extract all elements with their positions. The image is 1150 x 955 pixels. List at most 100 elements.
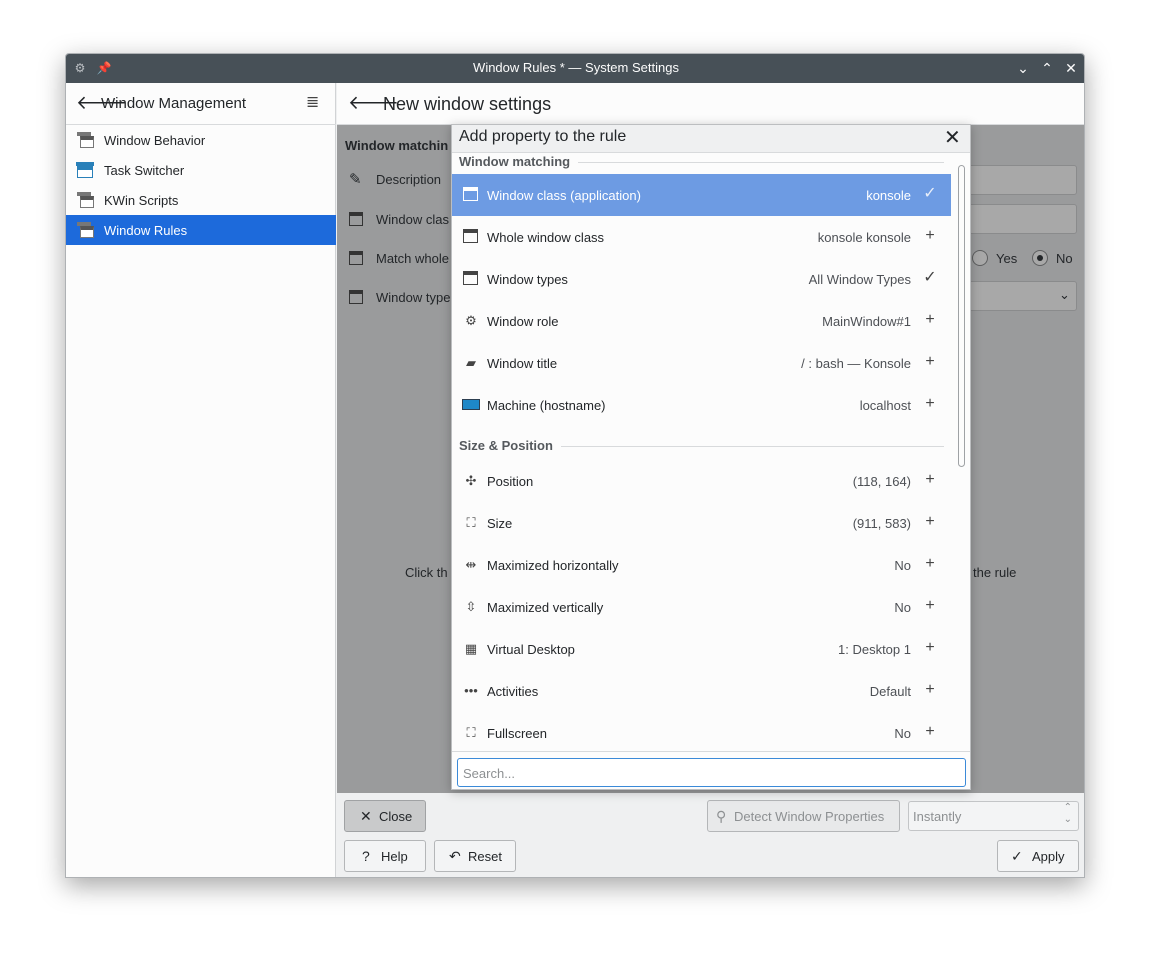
- property-row-activities[interactable]: ••• Activities Default +: [452, 670, 951, 712]
- virtual-desktop-icon: ▦: [464, 641, 478, 656]
- checkmark-icon[interactable]: ✓: [923, 186, 937, 202]
- property-row-window-title[interactable]: ▰ Window title / : bash — Konsole +: [452, 342, 951, 384]
- no-radio: [1032, 250, 1048, 266]
- window-behavior-icon: [75, 131, 95, 149]
- add-icon[interactable]: +: [923, 228, 937, 244]
- window-types-icon: [463, 271, 478, 285]
- page-title: New window settings: [383, 94, 552, 114]
- maximize-horizontal-icon: ⇹: [465, 557, 477, 572]
- sidebar-item-label: Task Switcher: [104, 163, 185, 178]
- add-icon[interactable]: +: [923, 640, 937, 656]
- property-row-virtual-desktop[interactable]: ▦ Virtual Desktop 1: Desktop 1 +: [452, 628, 951, 670]
- property-value: All Window Types: [808, 272, 911, 287]
- property-value: konsole konsole: [817, 230, 911, 245]
- window-icon: [463, 187, 478, 201]
- add-icon[interactable]: +: [923, 514, 937, 530]
- window-icon: [463, 229, 478, 243]
- add-icon[interactable]: +: [923, 472, 937, 488]
- yes-radio: [972, 250, 988, 266]
- add-icon[interactable]: +: [923, 598, 937, 614]
- property-row-maximized-horizontally[interactable]: ⇹ Maximized horizontally No +: [452, 544, 951, 586]
- detection-delay-spinbox[interactable]: Instantly ⌃ ⌄: [908, 801, 1079, 831]
- property-label: Window role: [487, 314, 559, 329]
- property-row-position[interactable]: ✣ Position (118, 164) +: [452, 460, 951, 502]
- close-button[interactable]: ✕ Close: [344, 800, 426, 832]
- hamburger-menu-icon[interactable]: ≣: [306, 95, 322, 111]
- sidebar-header: 🡐 Window Management ≣: [66, 83, 336, 125]
- section-header-window-matching: Window matching: [452, 153, 952, 175]
- search-box[interactable]: [457, 758, 966, 787]
- add-property-dialog: Add property to the rule ✕ Window matchi…: [451, 124, 971, 790]
- gear-icon: ⚙: [465, 313, 477, 328]
- pencil-icon: ✎: [349, 171, 362, 188]
- hint-text-left: Click th: [405, 565, 448, 580]
- minimize-button[interactable]: ⌄: [1014, 59, 1032, 77]
- sidebar-item-kwin-scripts[interactable]: KWin Scripts: [66, 185, 336, 215]
- checkmark-icon[interactable]: ✓: [923, 270, 937, 286]
- help-button[interactable]: ? Help: [344, 840, 426, 872]
- sidebar-item-task-switcher[interactable]: Task Switcher: [66, 155, 336, 185]
- window-rules-icon: [75, 221, 95, 239]
- move-icon: ✣: [465, 473, 477, 488]
- property-value: No: [894, 600, 911, 615]
- add-icon[interactable]: +: [923, 312, 937, 328]
- window-icon: [349, 251, 363, 265]
- property-label: Machine (hostname): [487, 398, 606, 413]
- bottom-bar: ✕ Close ⚲ Detect Window Properties Insta…: [337, 793, 1084, 877]
- back-arrow-icon[interactable]: 🡐: [76, 94, 127, 114]
- property-row-window-role[interactable]: ⚙ Window role MainWindow#1 +: [452, 300, 951, 342]
- delay-value: Instantly: [913, 809, 962, 824]
- property-label: Window class (application): [487, 188, 641, 203]
- property-row-machine-hostname[interactable]: Machine (hostname) localhost +: [452, 384, 951, 426]
- property-label: Window title: [487, 356, 558, 371]
- sidebar-title: Window Management: [101, 95, 247, 112]
- add-icon[interactable]: +: [923, 354, 937, 370]
- property-label: Position: [487, 474, 534, 489]
- property-value: MainWindow#1: [822, 314, 911, 329]
- resize-icon: ⛶: [466, 515, 476, 530]
- sidebar-item-window-rules[interactable]: Window Rules: [66, 215, 336, 245]
- sidebar-item-window-behavior[interactable]: Window Behavior: [66, 125, 336, 155]
- close-window-button[interactable]: ✕: [1062, 59, 1080, 77]
- laptop-icon: [461, 397, 481, 413]
- property-row-size[interactable]: ⛶ Size (911, 583) +: [452, 502, 951, 544]
- property-label: Size: [487, 516, 513, 531]
- reset-button[interactable]: ↶ Reset: [434, 840, 516, 872]
- property-value: No: [894, 558, 911, 573]
- row-match-whole: Match whole: [376, 251, 449, 266]
- property-row-maximized-vertically[interactable]: ⇳ Maximized vertically No +: [452, 586, 951, 628]
- checkmark-icon: ✓: [1011, 848, 1023, 864]
- property-value: / : bash — Konsole: [801, 356, 911, 371]
- apply-button[interactable]: ✓ Apply: [997, 840, 1079, 872]
- hint-text-right: the rule: [973, 565, 1017, 580]
- maximize-button[interactable]: ⌃: [1038, 59, 1056, 77]
- help-icon: ?: [362, 848, 370, 864]
- property-row-window-class[interactable]: Window class (application) konsole ✓: [452, 174, 951, 216]
- spin-up-icon[interactable]: ⌃: [1064, 802, 1072, 813]
- speech-bubble-icon: ▰: [466, 355, 476, 370]
- add-icon[interactable]: +: [923, 682, 937, 698]
- property-row-fullscreen[interactable]: ⛶ Fullscreen No +: [452, 712, 951, 751]
- dialog-close-icon[interactable]: ✕: [944, 127, 961, 149]
- list-scrollbar[interactable]: [958, 165, 965, 467]
- section-title: Size & Position: [459, 438, 561, 453]
- property-row-whole-window-class[interactable]: Whole window class konsole konsole +: [452, 216, 951, 258]
- property-label: Window types: [487, 272, 568, 287]
- row-window-class: Window clas: [376, 212, 449, 227]
- undo-icon: ↶: [449, 848, 461, 864]
- window-icon: [349, 212, 363, 226]
- search-icon: ⚲: [716, 808, 727, 824]
- title-bar[interactable]: ⚙ 📌 Window Rules * — System Settings ⌄ ⌃…: [66, 54, 1084, 83]
- property-value: localhost: [859, 398, 911, 413]
- property-value: No: [894, 726, 911, 741]
- detect-window-properties-button[interactable]: ⚲ Detect Window Properties: [707, 800, 900, 832]
- search-input[interactable]: [463, 764, 958, 782]
- property-row-window-types[interactable]: Window types All Window Types ✓: [452, 258, 951, 300]
- spin-down-icon[interactable]: ⌄: [1064, 814, 1072, 825]
- add-icon[interactable]: +: [923, 396, 937, 412]
- property-value: konsole: [866, 188, 911, 203]
- add-icon[interactable]: +: [923, 556, 937, 572]
- add-icon[interactable]: +: [923, 724, 937, 740]
- property-label: Whole window class: [487, 230, 605, 245]
- window-types-icon: [349, 290, 363, 304]
